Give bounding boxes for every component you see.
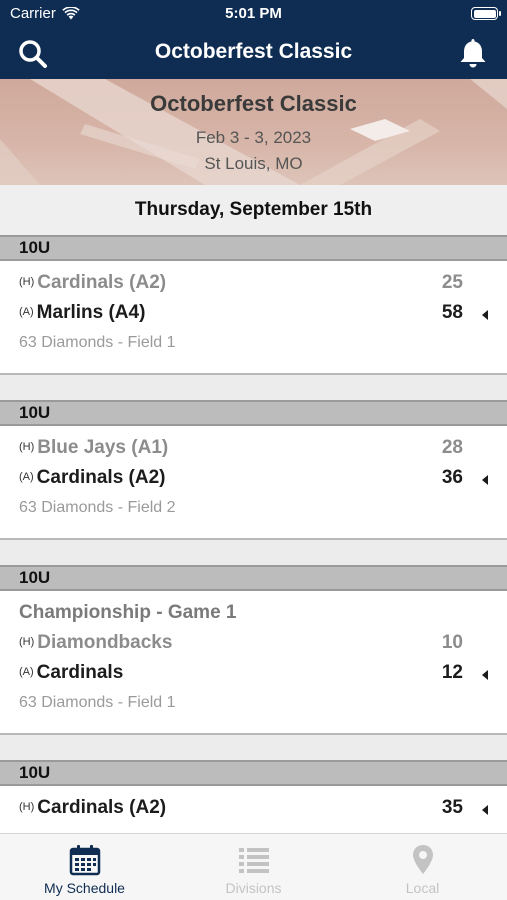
game-group: 10U (H) Blue Jays (A1) 28 (A) Cardinals (A… (0, 400, 507, 540)
nav-bar: Octoberfest Classic (0, 28, 507, 79)
calendar-icon (69, 845, 101, 876)
home-team-name: Blue Jays (A1) (37, 437, 169, 458)
division-header: 10U (0, 565, 507, 591)
game-label: Championship - Game 1 (19, 602, 237, 623)
day-header: Thursday, September 15th (0, 185, 507, 235)
game-group: 10U Championship - Game 1 (H) Diamondback… (0, 565, 507, 735)
away-tag: (A) (19, 666, 34, 678)
home-score: 28 (441, 437, 463, 458)
status-bar: Carrier 5:01 PM (0, 0, 507, 28)
away-score: 58 (441, 302, 463, 323)
tournament-location: St Louis, MO (204, 154, 303, 173)
away-tag: (A) (19, 306, 34, 318)
division-header: 10U (0, 235, 507, 261)
tab-divisions[interactable]: Divisions (169, 834, 338, 900)
division-header: 10U (0, 400, 507, 426)
game-card[interactable]: (H) Cardinals (A2) 35 (0, 786, 507, 833)
battery-icon (471, 7, 501, 20)
home-team-row: (H) Blue Jays (A1) 28 (19, 437, 507, 465)
home-score: 35 (441, 797, 463, 818)
home-team-name: Cardinals (A2) (37, 797, 167, 818)
venue-label: 63 Diamonds - Field 1 (19, 334, 176, 351)
winner-caret-icon (482, 475, 488, 485)
list-icon (239, 848, 269, 873)
venue-label: 63 Diamonds - Field 2 (19, 499, 176, 516)
away-team-name: Marlins (A4) (36, 302, 146, 323)
game-group: 10U (H) Cardinals (A2) 35 (0, 760, 507, 833)
tab-label: Divisions (225, 880, 282, 896)
home-team-row: (H) Cardinals (A2) 35 (19, 797, 507, 825)
winner-caret-icon (482, 670, 488, 680)
away-score: 12 (441, 662, 463, 683)
away-team-row: (A) Cardinals 12 (19, 662, 507, 690)
status-time: 5:01 PM (225, 5, 282, 22)
home-score: 25 (441, 272, 463, 293)
tournament-title: Octoberfest Classic (150, 91, 357, 116)
game-group: 10U (H) Cardinals (A2) 25 (A) Marlins (A4)… (0, 235, 507, 375)
tab-label: My Schedule (44, 880, 125, 896)
home-team-row: (H) Cardinals (A2) 25 (19, 272, 507, 300)
winner-caret-icon (482, 310, 488, 320)
home-tag: (H) (19, 636, 35, 648)
tab-label: Local (405, 880, 440, 896)
away-score: 36 (441, 467, 463, 488)
game-card[interactable]: (H) Cardinals (A2) 25 (A) Marlins (A4) 58 … (0, 261, 507, 375)
home-tag: (H) (19, 276, 35, 288)
tab-bar: My Schedule Divisions Local (0, 833, 507, 900)
schedule-list[interactable]: 10U (H) Cardinals (A2) 25 (A) Marlins (A4)… (0, 235, 507, 833)
tab-local[interactable]: Local (338, 834, 507, 900)
away-team-row: (A) Marlins (A4) 58 (19, 302, 507, 330)
home-tag: (H) (19, 801, 35, 813)
game-card[interactable]: Championship - Game 1 (H) Diamondbacks 10… (0, 591, 507, 735)
game-card[interactable]: (H) Blue Jays (A1) 28 (A) Cardinals (A2) 3… (0, 426, 507, 540)
winner-caret-icon (482, 805, 488, 815)
tournament-banner: Octoberfest Classic Feb 3 - 3, 2023 St L… (0, 79, 507, 185)
away-tag: (A) (19, 471, 34, 483)
away-team-name: Cardinals (A2) (36, 467, 166, 488)
venue-label: 63 Diamonds - Field 1 (19, 694, 176, 711)
location-pin-icon (413, 845, 433, 874)
tournament-dates: Feb 3 - 3, 2023 (195, 128, 312, 147)
home-team-name: Cardinals (A2) (37, 272, 167, 293)
bell-icon[interactable] (457, 36, 489, 70)
division-header: 10U (0, 760, 507, 786)
home-team-name: Diamondbacks (37, 632, 173, 653)
tab-my-schedule[interactable]: My Schedule (0, 834, 169, 900)
away-team-row: (A) Cardinals (A2) 36 (19, 467, 507, 495)
home-score: 10 (441, 632, 463, 653)
home-team-row: (H) Diamondbacks 10 (19, 632, 507, 660)
home-tag: (H) (19, 441, 35, 453)
nav-title: Octoberfest Classic (154, 40, 353, 63)
away-team-name: Cardinals (36, 662, 124, 683)
